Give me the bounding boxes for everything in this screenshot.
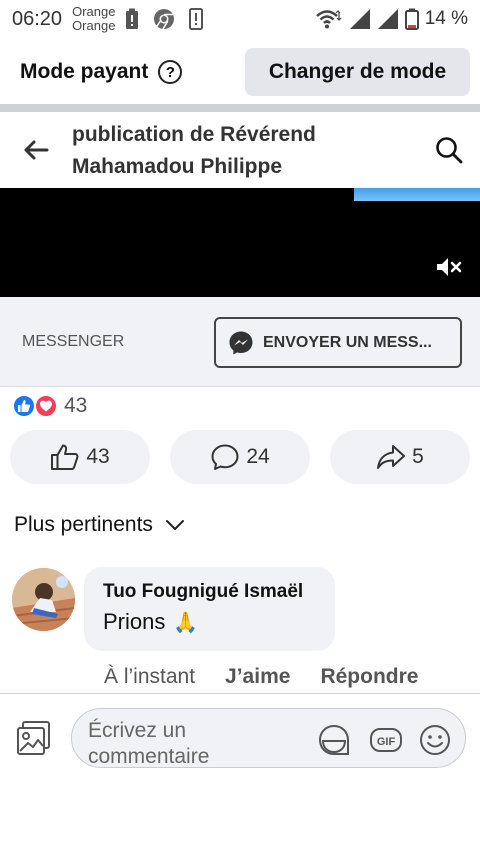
mode-label: Mode payant (20, 60, 149, 83)
sort-label: Plus pertinents (14, 513, 153, 536)
page-title-line-2: Mahamadou Philippe (72, 155, 283, 178)
comment-input-placeholder[interactable]: Écrivez un commentaire (88, 718, 248, 767)
share-count: 5 (412, 445, 424, 468)
status-bar: 06:20 Orange Orange 14 % (0, 0, 480, 38)
divider (0, 104, 480, 112)
send-message-button[interactable]: ENVOYER UN MESS... (214, 317, 462, 368)
send-message-label: ENVOYER UN MESS... (263, 333, 432, 351)
battery-alert-icon (125, 8, 139, 30)
battery-percent: 14 % (424, 8, 468, 29)
divider (0, 693, 480, 694)
help-icon[interactable]: ? (158, 60, 183, 84)
page-title-line-1: publication de Révérend (72, 123, 316, 146)
messenger-icon (229, 331, 253, 354)
chevron-down-icon (165, 520, 184, 530)
comment-button[interactable]: 24 (170, 430, 310, 484)
messenger-label: MESSENGER (22, 332, 125, 350)
carrier-names: Orange Orange (72, 5, 115, 33)
share-button[interactable]: 5 (330, 430, 470, 484)
comment-composer[interactable]: Écrivez un commentaire GIF (71, 708, 466, 768)
carrier-1: Orange (72, 4, 116, 19)
gif-icon[interactable]: GIF (369, 723, 403, 757)
sticker-icon[interactable] (317, 723, 351, 757)
comment-meta: À l’instant J’aime Répondre (104, 662, 418, 692)
praying-hands-emoji: 🙏 (173, 611, 199, 634)
signal-icon-2 (377, 9, 398, 29)
sim-alert-icon (189, 8, 204, 30)
signal-icon (349, 9, 370, 29)
wifi-icon (315, 10, 342, 29)
status-right: 14 % (315, 8, 468, 30)
video-player[interactable] (0, 188, 480, 297)
messenger-bar: MESSENGER ENVOYER UN MESS... (0, 297, 480, 387)
emoji-icon[interactable] (418, 723, 452, 757)
comment-text: Prions 🙏 (103, 609, 335, 635)
photo-icon[interactable] (16, 720, 52, 756)
carrier-2: Orange (72, 18, 116, 33)
like-button[interactable]: 43 (10, 430, 150, 484)
comment-icon (211, 444, 239, 470)
comment-like-link[interactable]: J’aime (225, 665, 290, 689)
back-arrow-icon[interactable] (0, 112, 72, 188)
like-count: 43 (86, 445, 110, 468)
avatar[interactable] (12, 568, 75, 631)
share-icon (377, 445, 406, 469)
like-icon (12, 394, 36, 418)
chrome-icon (153, 8, 175, 30)
search-icon[interactable] (418, 112, 480, 188)
page-title: publication de Révérend Mahamadou Philip… (72, 117, 418, 183)
gif-label: GIF (377, 736, 396, 748)
thumb-up-icon (51, 444, 79, 470)
battery-icon (404, 8, 419, 30)
comment-author[interactable]: Tuo Fougnigué Ismaël (103, 581, 335, 603)
comment-text-body: Prions (103, 609, 166, 634)
status-time: 06:20 (12, 7, 63, 30)
mode-bar: Mode payant ? Changer de mode (0, 40, 480, 104)
comment-timestamp: À l’instant (104, 665, 196, 688)
mute-icon[interactable] (436, 256, 462, 278)
video-progress-bar (354, 188, 480, 201)
comment-sort-dropdown[interactable]: Plus pertinents (14, 510, 185, 540)
comment-bubble[interactable]: Tuo Fougnigué Ismaël Prions 🙏 (84, 567, 335, 651)
love-icon (34, 394, 58, 418)
post-actions: 43 24 5 (10, 430, 470, 484)
reactions-summary[interactable]: 43 (12, 393, 87, 419)
comment-count: 24 (246, 445, 270, 468)
change-mode-button[interactable]: Changer de mode (245, 48, 470, 96)
comment-reply-link[interactable]: Répondre (320, 665, 418, 689)
post-header: publication de Révérend Mahamadou Philip… (0, 112, 480, 188)
reaction-count: 43 (64, 394, 88, 417)
